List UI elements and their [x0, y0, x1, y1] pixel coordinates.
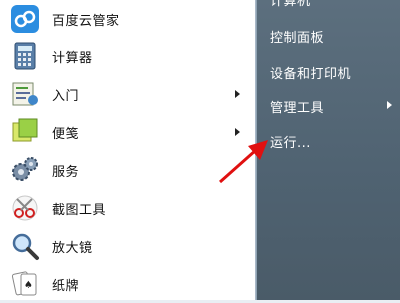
cloud-icon [10, 4, 40, 34]
program-label: 放大镜 [52, 240, 93, 256]
submenu-arrow-icon [387, 101, 392, 109]
devices-printers-link[interactable]: 设备和打印机 [270, 63, 351, 82]
program-label: 入门 [52, 88, 80, 104]
snipping-tool-icon [10, 193, 40, 223]
getting-started-icon [10, 79, 40, 109]
submenu-arrow-icon [235, 90, 240, 98]
magnifier-icon [10, 231, 40, 261]
program-services[interactable]: 服务 [6, 152, 250, 188]
control-panel-link[interactable]: 控制面板 [270, 27, 324, 46]
program-label: 服务 [52, 164, 80, 180]
program-getting-started[interactable]: 入门 [6, 76, 250, 112]
solitaire-cards-icon: ♠ [10, 269, 40, 299]
program-magnifier[interactable]: 放大镜 [6, 228, 250, 264]
program-calculator[interactable]: 计算器 [6, 38, 250, 74]
program-baidu-cloud[interactable]: 百度云管家 [6, 1, 250, 37]
program-label: 便笺 [52, 126, 80, 142]
start-menu-right-pane: 计算机 控制面板 设备和打印机 管理工具 运行... [256, 0, 400, 300]
calculator-icon [10, 41, 40, 71]
run-link[interactable]: 运行... [270, 132, 311, 151]
annotation-arrow-icon [219, 140, 268, 184]
computer-link[interactable]: 计算机 [270, 0, 311, 9]
admin-tools-link[interactable]: 管理工具 [270, 97, 324, 116]
services-gear-icon [10, 155, 40, 185]
program-solitaire[interactable]: ♠ 纸牌 [6, 266, 250, 302]
program-label: 计算器 [52, 50, 93, 66]
program-label: 纸牌 [52, 278, 80, 294]
program-label: 截图工具 [52, 202, 107, 218]
program-snipping-tool[interactable]: 截图工具 [6, 190, 250, 226]
program-sticky-notes[interactable]: 便笺 [6, 114, 250, 150]
sticky-notes-icon [10, 117, 40, 147]
program-label: 百度云管家 [52, 13, 120, 29]
svg-text:♠: ♠ [24, 280, 33, 291]
